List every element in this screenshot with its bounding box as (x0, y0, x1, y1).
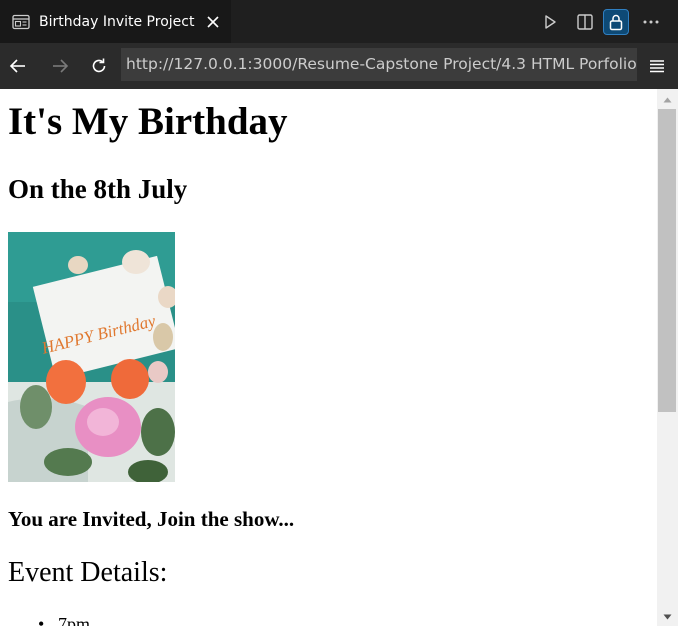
reload-icon[interactable] (87, 54, 111, 78)
tab-title: Birthday Invite Project (39, 13, 195, 30)
page-subtitle: On the 8th July (8, 174, 188, 204)
play-icon[interactable] (537, 9, 563, 35)
invitation-text: You are Invited, Join the show... (8, 507, 295, 531)
hamburger-menu-icon[interactable] (645, 54, 669, 78)
list-item: 7pm (8, 614, 90, 626)
section-title: Event Details: (8, 557, 168, 588)
ellipsis-icon[interactable] (638, 9, 664, 35)
vertical-scrollbar[interactable] (657, 89, 678, 626)
close-icon[interactable] (203, 12, 222, 31)
page-viewport: It's My Birthday On the 8th July HAPPY B… (0, 89, 678, 626)
scrollbar-thumb[interactable] (658, 109, 676, 412)
arrow-left-icon[interactable] (6, 54, 30, 78)
lock-icon[interactable] (603, 9, 629, 35)
tab-bar: Birthday Invite Project (0, 0, 678, 43)
scroll-up-icon[interactable] (657, 91, 678, 109)
browser-preview-icon (12, 14, 30, 29)
scroll-down-icon[interactable] (657, 608, 678, 626)
tab-birthday-invite[interactable]: Birthday Invite Project (0, 0, 231, 43)
url-field[interactable]: http://127.0.0.1:3000/Resume-Capstone Pr… (121, 48, 637, 81)
page-title: It's My Birthday (8, 100, 288, 143)
arrow-right-icon[interactable] (48, 54, 72, 78)
event-details-list: 7pm (8, 614, 90, 626)
split-editor-icon[interactable] (572, 9, 598, 35)
address-bar: http://127.0.0.1:3000/Resume-Capstone Pr… (0, 43, 678, 89)
birthday-image: HAPPY Birthday (8, 232, 175, 482)
